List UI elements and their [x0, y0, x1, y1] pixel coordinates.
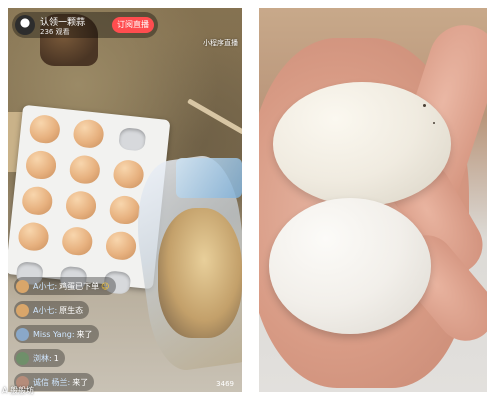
tray-cell	[102, 230, 141, 264]
egg-speck	[433, 122, 435, 124]
tray-cell	[65, 154, 104, 188]
chat-message: A小七: 鸡蛋已下单 ☺	[14, 277, 116, 295]
tray-cell	[25, 113, 64, 147]
egg-image	[64, 189, 98, 221]
egg-image	[72, 118, 105, 150]
watermark: A 般般坊	[2, 386, 35, 395]
blue-bag-image	[176, 158, 242, 198]
egg-speck	[423, 104, 426, 107]
chat-list: A小七: 鸡蛋已下单 ☺ A小七: 原生态 Miss Yang: 来了 浏林: …	[14, 277, 214, 392]
stream-header[interactable]: 认领一颗蒜 236 观看 订阅直播	[12, 12, 158, 38]
garlic-avatar-icon[interactable]	[15, 15, 35, 35]
egg-image	[20, 185, 54, 217]
egg-image	[17, 221, 50, 253]
chat-text: 原生态	[59, 305, 84, 315]
tray-cell	[62, 189, 101, 224]
viewer-count: 236 观看	[40, 28, 70, 36]
egg-image	[104, 230, 138, 262]
chat-message: Miss Yang: 来了	[14, 325, 99, 343]
mini-program-label: 小程序直播	[203, 39, 238, 47]
chat-username: 诚信 杨兰:	[33, 377, 71, 387]
tray-cell	[113, 123, 152, 157]
follow-button[interactable]: 订阅直播	[112, 17, 154, 33]
eggs-in-hand-photo	[259, 8, 487, 392]
user-avatar	[16, 351, 29, 365]
chat-username: Miss Yang:	[33, 329, 75, 339]
chat-text: 来了	[72, 377, 89, 387]
egg-grid	[10, 113, 152, 299]
chat-message: 浏林: 1	[14, 349, 65, 367]
chat-username: 浏林:	[33, 353, 52, 363]
small-egg-image	[269, 198, 431, 334]
tray-cell	[69, 118, 108, 152]
egg-image	[24, 149, 58, 181]
user-avatar	[16, 279, 29, 293]
egg-image	[28, 113, 62, 145]
large-egg-image	[273, 82, 451, 206]
chat-text: 来了	[76, 329, 93, 339]
smile-emoji-icon: ☺	[101, 281, 110, 291]
user-avatar	[16, 327, 29, 341]
chat-username: A小七:	[33, 305, 58, 315]
chat-username: A小七:	[33, 281, 58, 291]
chat-text: 鸡蛋已下单	[59, 281, 100, 291]
egg-image	[108, 194, 142, 226]
tray-cell	[109, 158, 148, 192]
tray-cell	[18, 185, 57, 219]
chat-text: 1	[53, 353, 59, 363]
live-stream-panel: 认领一颗蒜 236 观看 订阅直播 小程序直播 A小七: 鸡蛋已下单 ☺ A小七…	[8, 8, 242, 392]
tray-cell	[58, 225, 97, 259]
egg-image	[60, 225, 94, 257]
tray-cell	[22, 149, 61, 183]
user-avatar	[16, 303, 29, 317]
empty-slot	[118, 127, 147, 152]
like-count: 3469	[216, 380, 234, 388]
egg-image	[112, 158, 145, 190]
chat-message: A小七: 原生态	[14, 301, 90, 319]
egg-image	[68, 154, 102, 186]
tray-cell	[14, 221, 53, 255]
